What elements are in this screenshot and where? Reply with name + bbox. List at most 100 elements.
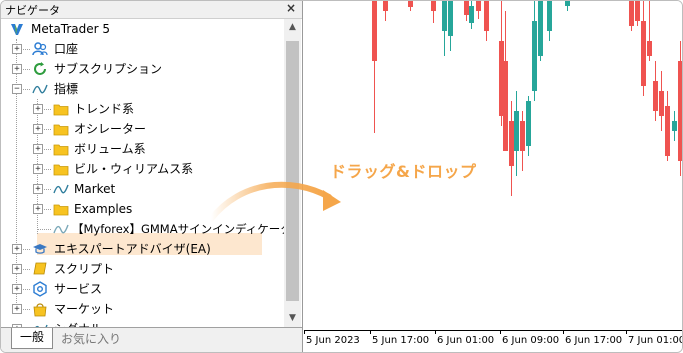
expert-advisor-icon bbox=[33, 244, 47, 254]
time-axis-label: 7 Jun 01:00 bbox=[628, 335, 683, 346]
navigator-title: ナビゲータ bbox=[5, 4, 60, 17]
candle-body bbox=[538, 1, 543, 56]
tree-item-examples[interactable]: + Examples bbox=[1, 199, 281, 219]
tree-item-label: シグナル bbox=[54, 319, 102, 327]
expand-icon[interactable]: + bbox=[33, 204, 43, 214]
candle-body bbox=[532, 21, 537, 91]
tree-item-subscriptions[interactable]: + サブスクリプション bbox=[1, 59, 281, 79]
market-icon bbox=[33, 303, 47, 317]
time-axis-label: 6 Jun 01:00 bbox=[437, 335, 495, 346]
script-icon bbox=[33, 262, 47, 275]
tree-item-accounts[interactable]: + 口座 bbox=[1, 39, 281, 59]
services-icon bbox=[33, 281, 47, 297]
tab-favorites[interactable]: お気に入り bbox=[61, 330, 121, 347]
expand-icon[interactable]: + bbox=[12, 304, 22, 314]
candle-body bbox=[565, 1, 570, 6]
tree-item-label: エキスパートアドバイザ(EA) bbox=[54, 242, 211, 256]
tree-item-label: サービス bbox=[54, 282, 103, 296]
tree-item-label: サブスクリプション bbox=[54, 62, 163, 76]
expand-icon[interactable]: + bbox=[12, 64, 22, 74]
candle-body bbox=[514, 111, 519, 151]
tree-item-label: 【Myforex】GMMAサインインディケータ bbox=[72, 222, 284, 236]
app-window: ナビゲータ × MetaTrader 5 + 口座 + サブスクリプション − … bbox=[0, 0, 683, 353]
indicator-icon bbox=[53, 184, 69, 194]
expand-icon[interactable]: + bbox=[12, 44, 22, 54]
tree-item-bill-williams[interactable]: + ビル・ウィリアムス系 bbox=[1, 159, 281, 179]
candle-body bbox=[641, 21, 646, 86]
expand-icon[interactable]: + bbox=[33, 104, 43, 114]
tree-item-trend[interactable]: + トレンド系 bbox=[1, 99, 281, 119]
time-axis-tick bbox=[563, 330, 564, 334]
drag-drop-label: ドラッグ&ドロップ bbox=[330, 162, 477, 181]
candle-body bbox=[647, 41, 652, 56]
tree-item-market[interactable]: + Market bbox=[1, 179, 281, 199]
collapse-icon[interactable]: − bbox=[12, 84, 22, 94]
candle-body bbox=[659, 91, 664, 116]
tree-item-metatrader[interactable]: MetaTrader 5 bbox=[1, 19, 281, 39]
scroll-up-icon[interactable]: ▲ bbox=[284, 19, 301, 36]
tree-item-market-store[interactable]: + マーケット bbox=[1, 299, 281, 319]
tree-item-indicators[interactable]: − 指標 bbox=[1, 79, 281, 99]
navigator-tabs: 一般 お気に入り bbox=[1, 327, 302, 352]
tree-item-label: 口座 bbox=[54, 42, 79, 56]
expand-icon[interactable]: + bbox=[12, 284, 22, 294]
candle-body bbox=[469, 6, 474, 23]
expand-icon[interactable]: + bbox=[33, 164, 43, 174]
time-axis-tick bbox=[500, 330, 501, 334]
tree-item-label: ビル・ウィリアムス系 bbox=[74, 162, 194, 176]
tree-item-label: Market bbox=[74, 182, 116, 196]
candle-body bbox=[678, 61, 682, 161]
tree-item-label: オシレーター bbox=[74, 122, 147, 136]
scrollbar-thumb[interactable] bbox=[286, 41, 299, 301]
subscription-icon bbox=[34, 62, 46, 75]
candle-body bbox=[635, 1, 640, 21]
tree-item-scripts[interactable]: + スクリプト bbox=[1, 259, 281, 279]
time-axis-label: 6 Jun 17:00 bbox=[565, 335, 623, 346]
tree-item-label: 指標 bbox=[54, 82, 79, 96]
tree-item-expert-advisors[interactable]: + エキスパートアドバイザ(EA) bbox=[1, 239, 281, 259]
candle-body bbox=[372, 1, 377, 61]
tree-item-label: Examples bbox=[74, 202, 133, 216]
tree-item-services[interactable]: + サービス bbox=[1, 279, 281, 299]
time-axis-label: 5 Jun 2023 bbox=[306, 335, 360, 346]
candle-body bbox=[476, 1, 481, 11]
accounts-icon bbox=[32, 42, 48, 56]
folder-icon bbox=[53, 104, 69, 116]
expand-icon[interactable]: + bbox=[12, 244, 22, 254]
expand-icon[interactable]: + bbox=[33, 144, 43, 154]
time-axis-tick bbox=[435, 330, 436, 334]
folder-icon bbox=[53, 164, 69, 176]
candle-body bbox=[526, 101, 531, 146]
candle-body bbox=[547, 1, 552, 31]
expand-icon[interactable]: + bbox=[33, 124, 43, 134]
indicator-icon bbox=[32, 84, 48, 94]
expand-icon[interactable]: + bbox=[12, 264, 22, 274]
time-axis-label: 5 Jun 17:00 bbox=[372, 335, 430, 346]
navigator-scrollbar[interactable]: ▲ ▼ bbox=[284, 19, 301, 327]
scroll-down-icon[interactable]: ▼ bbox=[284, 310, 301, 327]
tree-item-gmma-indicator[interactable]: 【Myforex】GMMAサインインディケータ bbox=[1, 219, 284, 239]
candle-body bbox=[431, 1, 436, 11]
candle-body bbox=[383, 1, 388, 11]
tree-item-volumes[interactable]: + ボリューム系 bbox=[1, 139, 281, 159]
time-axis-label: 6 Jun 09:00 bbox=[502, 335, 560, 346]
time-axis-tick bbox=[370, 330, 371, 334]
metatrader-logo-icon bbox=[11, 24, 23, 35]
candle-body bbox=[665, 106, 670, 156]
folder-icon bbox=[53, 124, 69, 136]
candle-body bbox=[484, 1, 489, 31]
navigator-panel: ナビゲータ × MetaTrader 5 + 口座 + サブスクリプション − … bbox=[1, 1, 303, 352]
time-axis-tick bbox=[304, 330, 305, 334]
expand-icon[interactable]: + bbox=[33, 184, 43, 194]
tree-item-label: MetaTrader 5 bbox=[31, 22, 111, 36]
candle-body bbox=[408, 1, 413, 7]
tree-item-signals[interactable]: + シグナル bbox=[1, 319, 281, 327]
time-axis-tick bbox=[626, 330, 627, 334]
tree-item-label: ボリューム系 bbox=[74, 142, 146, 156]
folder-icon bbox=[53, 144, 69, 156]
indicator-icon bbox=[53, 224, 69, 234]
close-icon[interactable]: × bbox=[286, 1, 296, 15]
tree-item-label: スクリプト bbox=[54, 262, 115, 276]
tab-general[interactable]: 一般 bbox=[11, 328, 53, 349]
tree-item-oscillators[interactable]: + オシレーター bbox=[1, 119, 281, 139]
